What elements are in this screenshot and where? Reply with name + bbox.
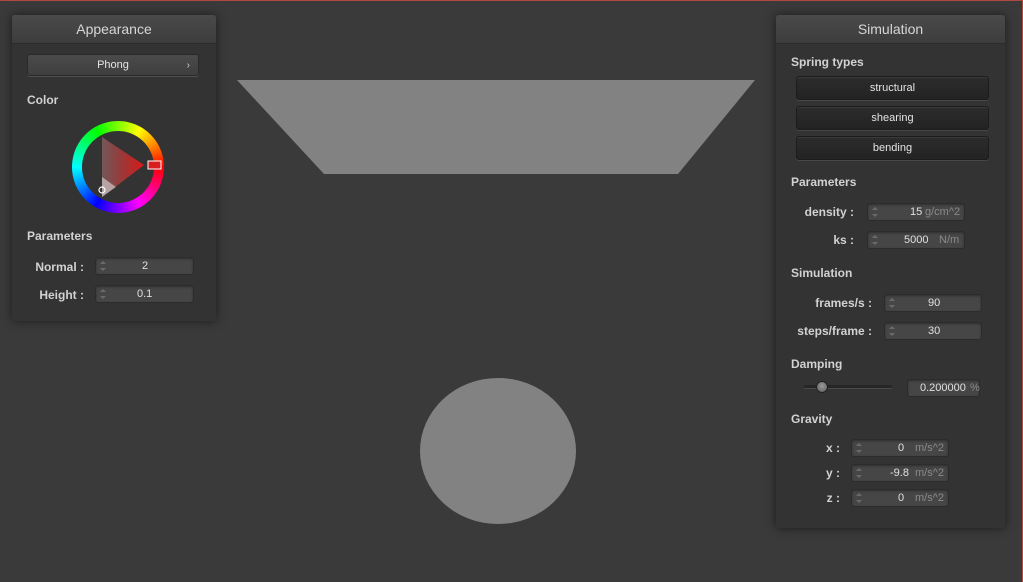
gravity-y-value: -9.8	[890, 467, 909, 479]
spinner-arrows-icon[interactable]	[856, 442, 862, 454]
fps-input[interactable]: 90	[884, 294, 982, 312]
cloth-plane-shape	[237, 80, 755, 174]
shader-popup-label: Phong	[97, 59, 129, 71]
steps-value: 30	[928, 325, 941, 337]
density-unit: g/cm^2	[925, 206, 961, 218]
ks-value: 5000	[904, 234, 929, 246]
ks-input[interactable]: 5000 N/m	[867, 231, 965, 249]
ks-unit: N/m	[939, 234, 960, 246]
simulation-section-label: Simulation	[791, 266, 853, 280]
fps-label: frames/s :	[815, 296, 872, 310]
gravity-z-input[interactable]: 0 m/s^2	[851, 489, 949, 507]
gravity-y-label: y :	[825, 466, 840, 480]
gravity-y-input[interactable]: -9.8 m/s^2	[851, 464, 949, 482]
height-input[interactable]: 0.1	[95, 285, 194, 303]
gravity-label: Gravity	[791, 412, 833, 426]
spinner-arrows-icon[interactable]	[872, 206, 878, 218]
density-input[interactable]: 15 g/cm^2	[867, 203, 965, 221]
ks-label: ks :	[833, 233, 854, 247]
steps-label: steps/frame :	[797, 324, 872, 338]
shearing-button[interactable]: shearing	[796, 106, 989, 130]
structural-button[interactable]: structural	[796, 76, 989, 100]
height-label: Height :	[39, 288, 84, 302]
gravity-x-unit: m/s^2	[915, 442, 944, 454]
density-value: 15	[910, 206, 923, 218]
gravity-y-unit: m/s^2	[915, 467, 944, 479]
damping-slider-handle[interactable]	[816, 381, 829, 393]
parameters-label: Parameters	[791, 175, 857, 189]
height-value: 0.1	[137, 288, 153, 300]
spinner-arrows-icon[interactable]	[856, 467, 862, 479]
color-section-label: Color	[27, 93, 59, 107]
density-label: density :	[804, 205, 854, 219]
gravity-z-value: 0	[898, 492, 905, 504]
damping-label: Damping	[791, 357, 843, 371]
appearance-parameters-label: Parameters	[27, 229, 93, 243]
damping-value: 0.200000	[920, 382, 966, 394]
gravity-x-input[interactable]: 0 m/s^2	[851, 439, 949, 457]
bending-button[interactable]: bending	[796, 136, 989, 160]
shader-popup-button[interactable]: Phong ›	[27, 54, 199, 76]
spinner-arrows-icon[interactable]	[100, 288, 106, 300]
simulation-panel: Simulation Spring types structural shear…	[776, 15, 1005, 528]
sphere-shape	[420, 378, 576, 524]
fps-value: 90	[928, 297, 941, 309]
spinner-arrows-icon[interactable]	[100, 260, 106, 272]
gravity-z-label: z :	[826, 491, 840, 505]
chevron-right-icon: ›	[186, 60, 190, 71]
spinner-arrows-icon[interactable]	[856, 492, 862, 504]
spring-types-label: Spring types	[791, 55, 864, 69]
normal-label: Normal :	[35, 260, 84, 274]
appearance-panel-title: Appearance	[12, 15, 216, 44]
gravity-x-label: x :	[825, 441, 840, 455]
hue-marker[interactable]	[147, 160, 162, 170]
appearance-panel: Appearance Phong › Color Parameters Norm…	[12, 15, 216, 321]
color-wheel[interactable]	[68, 117, 168, 217]
damping-unit: %	[970, 382, 980, 394]
normal-value: 2	[142, 260, 149, 272]
steps-input[interactable]: 30	[884, 322, 982, 340]
gravity-z-unit: m/s^2	[915, 492, 944, 504]
spinner-arrows-icon[interactable]	[889, 297, 895, 309]
gravity-x-value: 0	[898, 442, 905, 454]
simulation-panel-title: Simulation	[776, 15, 1005, 44]
spinner-arrows-icon[interactable]	[889, 325, 895, 337]
damping-input[interactable]: 0.200000 %	[907, 379, 980, 397]
spinner-arrows-icon[interactable]	[872, 234, 878, 246]
normal-input[interactable]: 2	[95, 257, 194, 275]
